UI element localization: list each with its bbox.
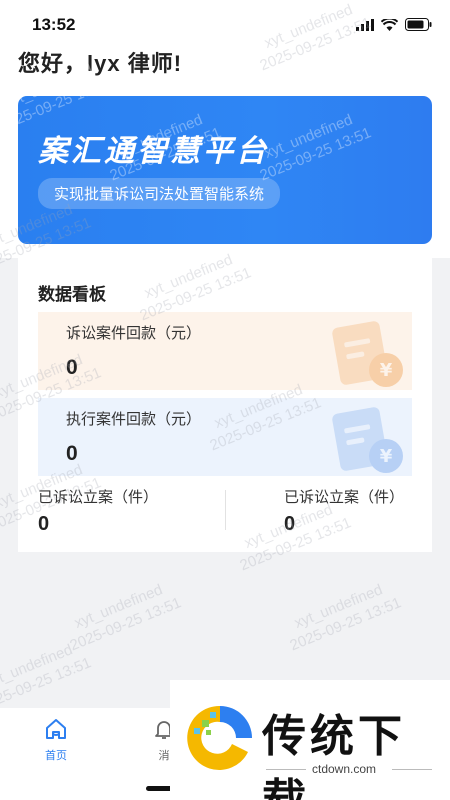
download-logo-icon bbox=[187, 705, 252, 770]
banner-subtitle: 实现批量诉讼司法处置智能系统 bbox=[38, 178, 281, 209]
status-icons bbox=[356, 18, 432, 31]
document-yen-icon: ¥ bbox=[332, 407, 403, 473]
board-title: 数据看板 bbox=[38, 285, 106, 304]
filed-cases-label: 已诉讼立案（件） bbox=[38, 489, 159, 506]
litigation-payment-value: 0 bbox=[66, 356, 78, 379]
greeting: 您好，lyx 律师! bbox=[18, 51, 183, 76]
execution-payment-label: 执行案件回款（元） bbox=[66, 411, 202, 428]
document-yen-icon: ¥ bbox=[332, 321, 403, 387]
watermark-text: xyt_undefined 2025-09-25 13:51 bbox=[67, 581, 184, 655]
watermark-text: xyt_undefined 2025-09-25 13:51 bbox=[0, 641, 94, 715]
ad-line-right bbox=[392, 769, 432, 770]
wifi-icon bbox=[381, 18, 398, 31]
watermark-text: xyt_undefined 2025-09-25 13:51 bbox=[287, 581, 404, 655]
filed-cases-stat-2[interactable]: 已诉讼立案（件） 0 bbox=[284, 486, 404, 536]
tab-home-label: 首页 bbox=[45, 750, 67, 762]
status-bar: 13:52 bbox=[0, 0, 450, 44]
filed-cases-stat[interactable]: 已诉讼立案（件） 0 bbox=[38, 486, 158, 536]
home-icon bbox=[46, 719, 66, 739]
execution-payment-card[interactable]: 执行案件回款（元） 0 ¥ bbox=[38, 398, 412, 476]
banner-title: 案汇通智慧平台 bbox=[38, 135, 269, 168]
filed-cases-value: 0 bbox=[38, 513, 50, 535]
execution-payment-value: 0 bbox=[66, 442, 78, 465]
tab-home[interactable]: 首页 bbox=[26, 718, 86, 763]
signal-icon bbox=[356, 18, 374, 31]
litigation-payment-label: 诉讼案件回款（元） bbox=[66, 325, 202, 342]
ad-line-left bbox=[266, 769, 306, 770]
ad-overlay[interactable]: 传统下载 ctdown.com bbox=[170, 680, 450, 800]
battery-icon bbox=[405, 18, 432, 31]
data-board: 数据看板 诉讼案件回款（元） 0 ¥ 执行案件回款（元） 0 ¥ 已诉讼立案（件… bbox=[18, 258, 432, 552]
filed-cases-value-2: 0 bbox=[284, 513, 296, 535]
filed-cases-label-2: 已诉讼立案（件） bbox=[284, 489, 405, 506]
svg-text:¥: ¥ bbox=[380, 360, 393, 381]
ad-brand-text: 传统下载 bbox=[262, 712, 406, 800]
stat-divider bbox=[225, 490, 226, 530]
svg-text:¥: ¥ bbox=[380, 446, 393, 467]
ad-url: ctdown.com bbox=[312, 762, 377, 776]
litigation-payment-card[interactable]: 诉讼案件回款（元） 0 ¥ bbox=[38, 312, 412, 390]
status-time: 13:52 bbox=[32, 15, 76, 34]
platform-banner[interactable]: 案汇通智慧平台 实现批量诉讼司法处置智能系统 bbox=[18, 96, 432, 244]
